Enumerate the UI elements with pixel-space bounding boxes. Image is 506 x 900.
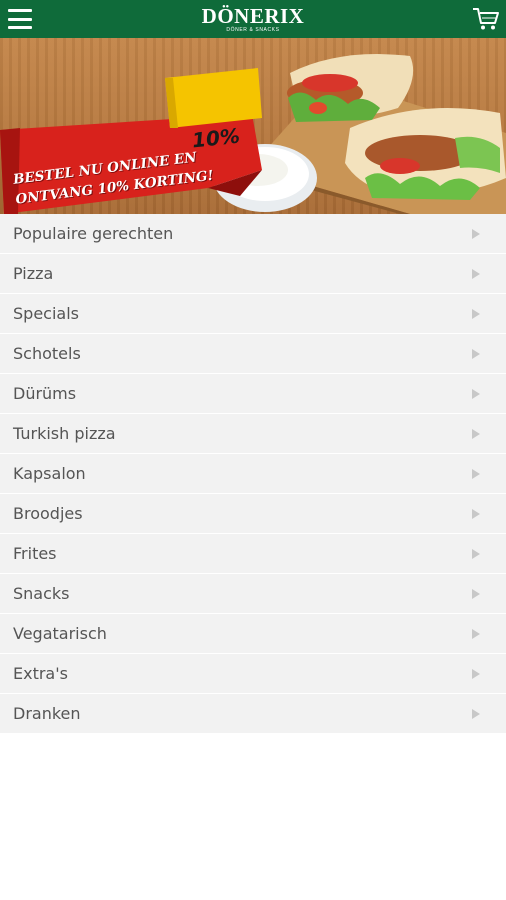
category-label: Turkish pizza — [13, 424, 116, 443]
category-label: Populaire gerechten — [13, 224, 174, 243]
category-label: Specials — [13, 304, 79, 323]
category-label: Dranken — [13, 704, 81, 723]
category-label: Vegatarisch — [13, 624, 107, 643]
category-label: Frites — [13, 544, 57, 563]
category-item-dranken[interactable]: Dranken — [0, 694, 506, 734]
category-label: Broodjes — [13, 504, 83, 523]
category-item-kapsalon[interactable]: Kapsalon — [0, 454, 506, 494]
chevron-right-icon — [472, 468, 480, 479]
category-item-frites[interactable]: Frites — [0, 534, 506, 574]
chevron-right-icon — [472, 428, 480, 439]
category-label: Extra's — [13, 664, 68, 683]
category-item-specials[interactable]: Specials — [0, 294, 506, 334]
promo-banner[interactable]: 10% BESTEL NU ONLINE EN ONTVANG 10% KORT… — [0, 38, 506, 214]
category-label: Dürüms — [13, 384, 77, 403]
chevron-right-icon — [472, 268, 480, 279]
category-item-durums[interactable]: Dürüms — [0, 374, 506, 414]
category-item-populaire-gerechten[interactable]: Populaire gerechten — [0, 214, 506, 254]
app-header: DÖNERIX DÖNER & SNACKS — [0, 0, 506, 38]
hamburger-menu-icon[interactable] — [8, 9, 32, 29]
category-label: Schotels — [13, 344, 81, 363]
category-item-snacks[interactable]: Snacks — [0, 574, 506, 614]
category-label: Snacks — [13, 584, 70, 603]
chevron-right-icon — [472, 668, 480, 679]
shopping-cart-icon[interactable] — [472, 6, 500, 32]
chevron-right-icon — [472, 708, 480, 719]
chevron-right-icon — [472, 228, 480, 239]
chevron-right-icon — [472, 548, 480, 559]
category-list: Populaire gerechten Pizza Specials Schot… — [0, 214, 506, 734]
category-item-broodjes[interactable]: Broodjes — [0, 494, 506, 534]
category-item-turkish-pizza[interactable]: Turkish pizza — [0, 414, 506, 454]
category-item-extras[interactable]: Extra's — [0, 654, 506, 694]
chevron-right-icon — [472, 628, 480, 639]
chevron-right-icon — [472, 308, 480, 319]
category-label: Kapsalon — [13, 464, 86, 483]
logo: DÖNERIX DÖNER & SNACKS — [201, 3, 305, 33]
discount-badge — [165, 68, 262, 128]
chevron-right-icon — [472, 388, 480, 399]
category-label: Pizza — [13, 264, 54, 283]
chevron-right-icon — [472, 588, 480, 599]
category-item-vegatarisch[interactable]: Vegatarisch — [0, 614, 506, 654]
chevron-right-icon — [472, 508, 480, 519]
logo-tagline: DÖNER & SNACKS — [226, 26, 280, 33]
chevron-right-icon — [472, 348, 480, 359]
logo-name: DÖNERIX — [201, 3, 305, 28]
category-item-schotels[interactable]: Schotels — [0, 334, 506, 374]
category-item-pizza[interactable]: Pizza — [0, 254, 506, 294]
pita-sandwich-bottom — [345, 108, 506, 200]
